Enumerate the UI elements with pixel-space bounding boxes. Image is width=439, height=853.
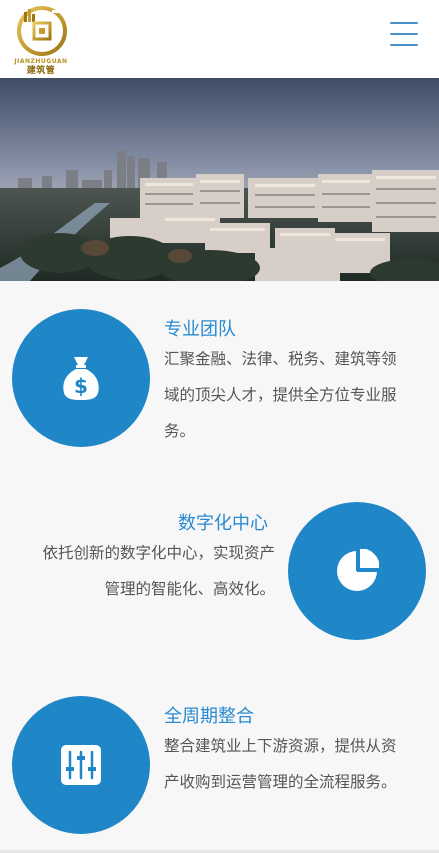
feature-title: 全周期整合 — [164, 706, 254, 727]
feature-full-cycle: 全周期整合 整合建筑业上下游资源，提供从资 产收购到运营管理的全流程服务。 — [0, 693, 439, 843]
city-skyline-image — [0, 78, 439, 281]
feature-icon-circle — [12, 696, 150, 834]
money-bag-icon: $ — [63, 357, 99, 400]
feature-icon-circle — [288, 502, 426, 640]
svg-text:$: $ — [74, 374, 88, 398]
feature-title: 数字化中心 — [178, 513, 268, 534]
feature-digital-center: 数字化中心 依托创新的数字化中心，实现资产 管理的智能化、高效化。 — [0, 500, 439, 650]
feature-title: 专业团队 — [164, 319, 236, 340]
header: JIANZHUGUAN 建筑管 — [0, 0, 439, 78]
brand-logo[interactable]: JIANZHUGUAN 建筑管 — [14, 4, 68, 76]
feature-description: 汇聚金融、法律、税务、建筑等领 域的顶尖人才，提供全方位专业服 务。 — [164, 350, 397, 440]
logo-subtitle: JIANZHUGUAN 建筑管 — [14, 58, 68, 76]
menu-icon[interactable] — [390, 20, 420, 50]
feature-icon-circle: $ — [12, 309, 150, 447]
sliders-icon — [61, 745, 101, 785]
feature-description: 依托创新的数字化中心，实现资产 管理的智能化、高效化。 — [42, 544, 275, 598]
feature-professional-team: $ 专业团队 汇聚金融、法律、税务、建筑等领 域的顶尖人才，提供全方位专业服 务… — [0, 306, 439, 456]
logo-emblem-icon — [17, 6, 67, 56]
feature-description: 整合建筑业上下游资源，提供从资 产收购到运营管理的全流程服务。 — [164, 737, 397, 791]
pie-chart-icon — [337, 549, 379, 591]
hero-image — [0, 78, 439, 281]
